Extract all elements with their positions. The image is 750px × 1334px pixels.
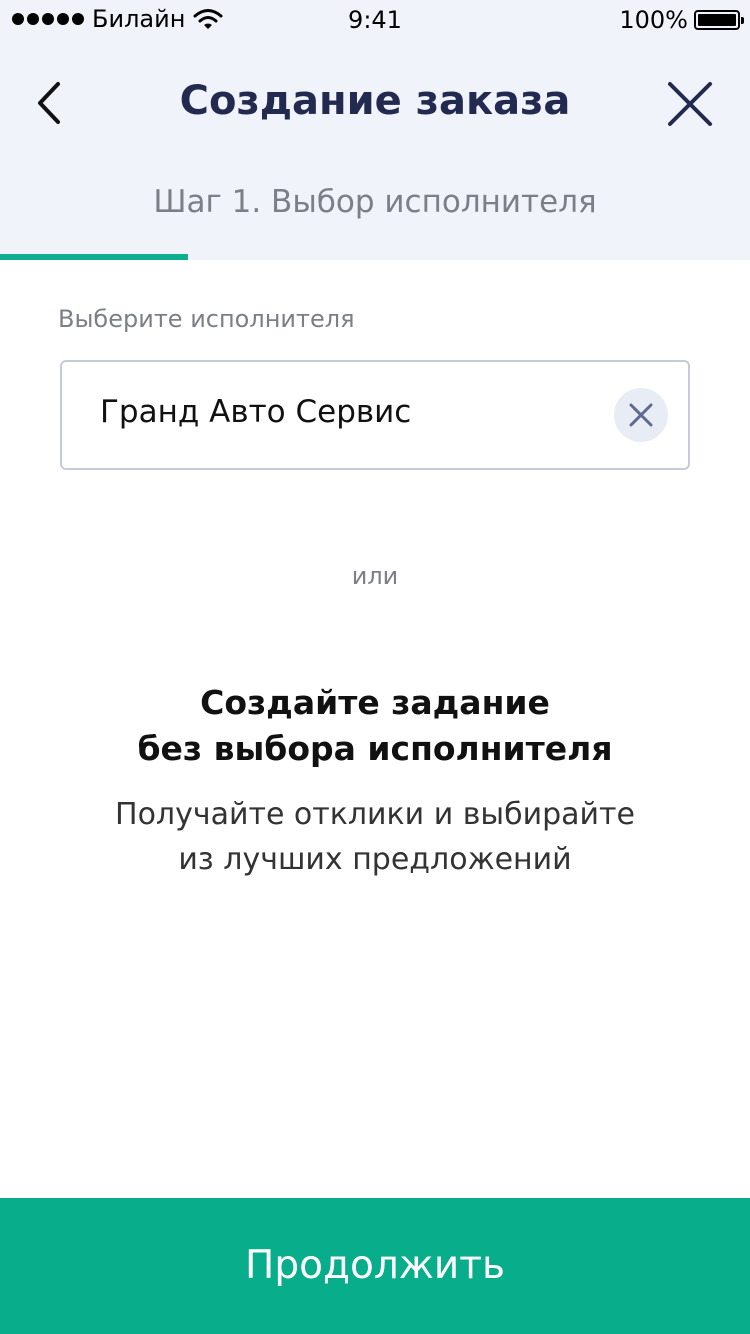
promo-title-line-2: без выбора исполнителя bbox=[137, 729, 613, 768]
step-progress-bar bbox=[0, 254, 188, 260]
promo-title: Создайте задание без выбора исполнителя bbox=[0, 680, 750, 772]
battery-percent: 100% bbox=[619, 6, 688, 34]
promo-description: Получайте отклики и выбирайте из лучших … bbox=[0, 792, 750, 882]
executor-field-value[interactable]: Гранд Авто Сервис bbox=[100, 394, 411, 430]
step-subtitle: Шаг 1. Выбор исполнителя bbox=[153, 184, 597, 220]
executor-field[interactable]: Гранд Авто Сервис bbox=[60, 360, 690, 470]
promo-text-line-1: Получайте отклики и выбирайте bbox=[115, 797, 635, 832]
page-title: Создание заказа bbox=[179, 78, 571, 124]
promo-text-line-2: из лучших предложений bbox=[178, 842, 572, 877]
or-separator: или bbox=[351, 562, 399, 590]
battery-group: 100% bbox=[619, 6, 744, 34]
promo-title-line-1: Создайте задание bbox=[200, 683, 550, 722]
executor-field-label: Выберите исполнителя bbox=[58, 305, 355, 333]
close-icon bbox=[668, 82, 712, 126]
close-button[interactable] bbox=[664, 78, 716, 130]
clear-button[interactable] bbox=[614, 388, 668, 442]
battery-icon bbox=[694, 10, 744, 30]
clear-icon bbox=[629, 403, 653, 427]
status-bar: Билайн 9:41 100% bbox=[0, 0, 750, 40]
continue-button[interactable]: Продолжить bbox=[0, 1198, 750, 1334]
